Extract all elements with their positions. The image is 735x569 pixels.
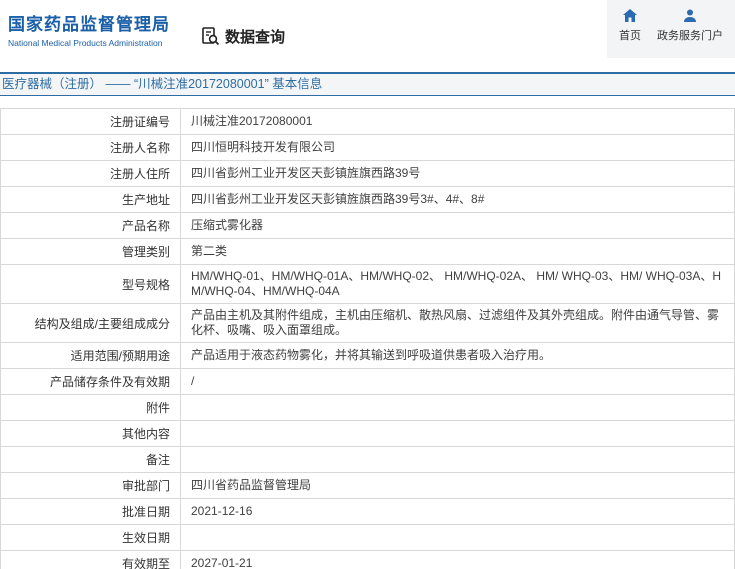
table-row: 备注 xyxy=(0,446,735,473)
table-row: 有效期至 2027-01-21 xyxy=(0,550,735,569)
breadcrumb: 医疗器械（注册） —— “川械注准20172080001” 基本信息 xyxy=(0,72,735,96)
row-label: 适用范围/预期用途 xyxy=(0,342,181,369)
org-name-en: National Medical Products Administration xyxy=(8,38,163,48)
row-value xyxy=(180,524,735,551)
row-label: 产品储存条件及有效期 xyxy=(0,368,181,395)
row-value xyxy=(180,394,735,421)
table-row: 注册人住所 四川省彭州工业开发区天彭镇旌旗西路39号 xyxy=(0,160,735,187)
row-value: HM/WHQ-01、HM/WHQ-01A、HM/WHQ-02、 HM/WHQ-0… xyxy=(180,264,735,304)
quick-nav: 首页 政务服务门户 xyxy=(607,0,735,58)
row-value: / xyxy=(180,368,735,395)
table-row: 审批部门 四川省药品监督管理局 xyxy=(0,472,735,499)
brand: 国家药品监督管理局 National Medical Products Admi… xyxy=(0,0,200,58)
row-label: 审批部门 xyxy=(0,472,181,499)
row-label: 结构及组成/主要组成成分 xyxy=(0,303,181,343)
user-icon xyxy=(682,8,698,24)
table-row: 生产地址 四川省彭州工业开发区天彭镇旌旗西路39号3#、4#、8# xyxy=(0,186,735,213)
table-row: 结构及组成/主要组成成分 产品由主机及其附件组成，主机由压缩机、散热风扇、过滤组… xyxy=(0,303,735,343)
row-label: 附件 xyxy=(0,394,181,421)
site-header: 国家药品监督管理局 National Medical Products Admi… xyxy=(0,0,735,58)
table-row: 注册证编号 川械注准20172080001 xyxy=(0,108,735,135)
row-value: 四川恒明科技开发有限公司 xyxy=(180,134,735,161)
nav-home[interactable]: 首页 xyxy=(619,8,641,58)
info-table: 注册证编号 川械注准20172080001 注册人名称 四川恒明科技开发有限公司… xyxy=(0,108,735,569)
module-title: 数据查询 xyxy=(200,0,607,58)
row-label: 产品名称 xyxy=(0,212,181,239)
row-label: 注册人住所 xyxy=(0,160,181,187)
module-title-label: 数据查询 xyxy=(225,28,286,46)
row-value: 2021-12-16 xyxy=(180,498,735,525)
org-name-cn: 国家药品监督管理局 xyxy=(8,15,170,34)
nav-home-label: 首页 xyxy=(619,30,641,42)
nav-gov-portal[interactable]: 政务服务门户 xyxy=(657,8,723,58)
row-label: 注册人名称 xyxy=(0,134,181,161)
nav-gov-portal-label: 政务服务门户 xyxy=(657,30,723,42)
table-row: 附件 xyxy=(0,394,735,421)
table-row: 产品储存条件及有效期 / xyxy=(0,368,735,395)
table-row: 生效日期 xyxy=(0,524,735,551)
row-value xyxy=(180,420,735,447)
row-label: 型号规格 xyxy=(0,264,181,304)
table-row: 管理类别 第二类 xyxy=(0,238,735,265)
row-label: 有效期至 xyxy=(0,550,181,569)
table-row: 注册人名称 四川恒明科技开发有限公司 xyxy=(0,134,735,161)
row-value: 四川省彭州工业开发区天彭镇旌旗西路39号3#、4#、8# xyxy=(180,186,735,213)
row-label: 生效日期 xyxy=(0,524,181,551)
breadcrumb-text: 医疗器械（注册） —— “川械注准20172080001” 基本信息 xyxy=(2,77,323,91)
row-label: 注册证编号 xyxy=(0,108,181,135)
row-value: 川械注准20172080001 xyxy=(180,108,735,135)
home-icon xyxy=(622,8,638,24)
table-row: 适用范围/预期用途 产品适用于液态药物雾化，并将其输送到呼吸道供患者吸入治疗用。 xyxy=(0,342,735,369)
row-label: 批准日期 xyxy=(0,498,181,525)
row-value: 第二类 xyxy=(180,238,735,265)
row-value: 压缩式雾化器 xyxy=(180,212,735,239)
row-value: 四川省彭州工业开发区天彭镇旌旗西路39号 xyxy=(180,160,735,187)
row-label: 管理类别 xyxy=(0,238,181,265)
row-label: 备注 xyxy=(0,446,181,473)
row-label: 其他内容 xyxy=(0,420,181,447)
row-value: 2027-01-21 xyxy=(180,550,735,569)
table-row: 产品名称 压缩式雾化器 xyxy=(0,212,735,239)
row-value: 四川省药品监督管理局 xyxy=(180,472,735,499)
table-row: 其他内容 xyxy=(0,420,735,447)
row-value xyxy=(180,446,735,473)
table-row: 批准日期 2021-12-16 xyxy=(0,498,735,525)
row-value: 产品适用于液态药物雾化，并将其输送到呼吸道供患者吸入治疗用。 xyxy=(180,342,735,369)
row-value: 产品由主机及其附件组成，主机由压缩机、散热风扇、过滤组件及其外壳组成。附件由通气… xyxy=(180,303,735,343)
data-query-icon xyxy=(200,26,220,46)
table-row: 型号规格 HM/WHQ-01、HM/WHQ-01A、HM/WHQ-02、 HM/… xyxy=(0,264,735,304)
row-label: 生产地址 xyxy=(0,186,181,213)
